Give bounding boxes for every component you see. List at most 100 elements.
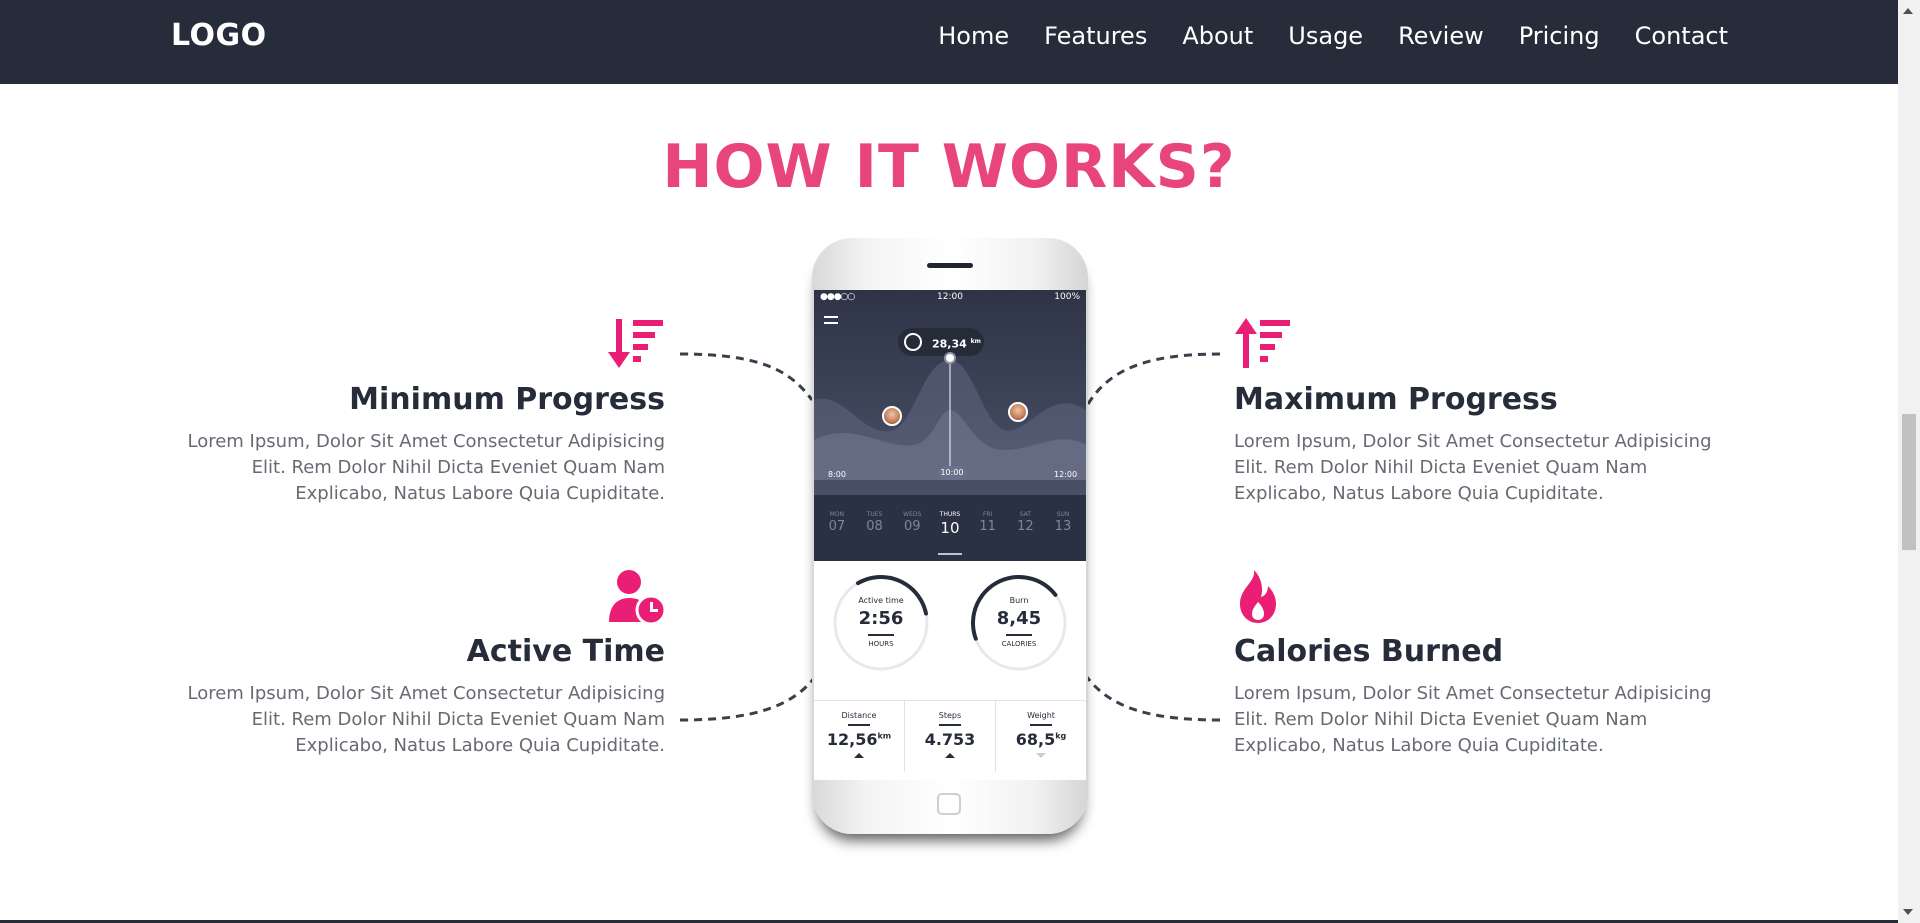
- phone-screen: ●●●○○ 12:00 100% 28,34 km 8:00 10:00 12:…: [814, 290, 1086, 780]
- day-date: 07: [828, 519, 846, 534]
- scroll-up-arrow-icon[interactable]: [1903, 8, 1913, 14]
- connector-max-progress: [1078, 352, 1221, 421]
- pill-unit: km: [970, 338, 981, 345]
- stat-steps[interactable]: Steps 4.753: [905, 701, 996, 772]
- day-name: TUES: [866, 511, 883, 518]
- screen-graph-area: ●●●○○ 12:00 100% 28,34 km 8:00 10:00 12:…: [814, 290, 1086, 495]
- feature-title: Calories Burned: [1234, 634, 1504, 669]
- stat-weight[interactable]: Weight 68,5kg: [996, 701, 1086, 772]
- nav-link-home[interactable]: Home: [938, 22, 1009, 50]
- feature-minimum-progress: Minimum Progress Lorem Ipsum, Dolor Sit …: [165, 316, 665, 507]
- page: { "navbar": { "logo": "LOGO", "links": […: [0, 0, 1920, 923]
- stat-divider: [939, 724, 961, 726]
- connector-min-progress: [679, 352, 814, 401]
- trend-up-icon: [945, 753, 955, 758]
- feature-title: Minimum Progress: [349, 382, 665, 417]
- sort-amount-down-icon: [607, 316, 665, 372]
- navbar: LOGO Home Features About Usage Review Pr…: [0, 0, 1898, 84]
- stat-label: Steps: [938, 711, 962, 720]
- nav-link-review[interactable]: Review: [1398, 22, 1484, 50]
- gauge-label: Active time: [858, 596, 904, 605]
- days-row: MON 07 TUES 08 WEDS 09 THURS 10 FRI 11 SAT 12 …: [814, 511, 1086, 537]
- connector-active-time: [679, 649, 832, 722]
- stat-value: 12,56: [826, 730, 878, 749]
- gauge-divider: [1006, 634, 1032, 636]
- trend-up-icon: [854, 753, 864, 758]
- day-name: THURS: [939, 511, 961, 518]
- friend-avatar[interactable]: [1008, 402, 1028, 422]
- gauge-burn: Burn 8,45 CALORIES: [968, 572, 1070, 674]
- fire-icon: [1234, 568, 1292, 624]
- gauge-label: Burn: [1009, 596, 1029, 605]
- phone-speaker: [927, 263, 973, 268]
- active-day-underline: [938, 553, 962, 555]
- day-name: WEDS: [903, 511, 922, 518]
- day-item-active[interactable]: THURS 10: [935, 511, 965, 537]
- nav-link-pricing[interactable]: Pricing: [1519, 22, 1600, 50]
- day-item[interactable]: MON 07: [822, 511, 852, 537]
- day-item[interactable]: FRI 11: [973, 511, 1003, 537]
- stat-unit: km: [877, 731, 892, 741]
- feature-text: Lorem Ipsum, Dolor Sit Amet Consectetur …: [1234, 431, 1712, 504]
- logo[interactable]: LOGO: [171, 18, 267, 53]
- scrollbar-thumb[interactable]: [1902, 414, 1916, 550]
- feature-text: Lorem Ipsum, Dolor Sit Amet Consectetur …: [1234, 683, 1712, 756]
- day-item[interactable]: WEDS 09: [897, 511, 927, 537]
- stat-distance[interactable]: Distance 12,56km: [814, 701, 905, 772]
- main-nav: Home Features About Usage Review Pricing…: [938, 22, 1728, 50]
- stat-unit: kg: [1055, 731, 1067, 741]
- day-item[interactable]: TUES 08: [860, 511, 890, 537]
- stat-value: 4.753: [924, 730, 976, 749]
- day-selector: MON 07 TUES 08 WEDS 09 THURS 10 FRI 11 SAT 12 …: [814, 495, 1086, 561]
- scroll-down-arrow-icon[interactable]: [1903, 909, 1913, 915]
- stat-label: Weight: [1027, 711, 1055, 720]
- nav-link-contact[interactable]: Contact: [1635, 22, 1728, 50]
- gauge-value: 8,45: [996, 608, 1042, 629]
- gauge-divider: [868, 634, 894, 636]
- feature-maximum-progress: Maximum Progress Lorem Ipsum, Dolor Sit …: [1234, 316, 1734, 507]
- stat-label: Distance: [841, 711, 877, 720]
- day-date: 12: [1017, 519, 1034, 534]
- trend-down-icon: [1036, 753, 1046, 758]
- status-bar: ●●●○○ 12:00 100%: [814, 292, 1086, 306]
- feature-title: Active Time: [466, 634, 665, 669]
- day-date: 13: [1054, 519, 1072, 534]
- day-name: MON: [829, 511, 845, 518]
- feature-title: Maximum Progress: [1234, 382, 1558, 417]
- menu-icon[interactable]: [824, 316, 838, 324]
- pill-value: 28,34: [932, 337, 967, 351]
- section-title: HOW IT WORKS?: [662, 132, 1236, 202]
- gauge-unit: CALORIES: [1001, 640, 1037, 648]
- sort-amount-up-icon: [1234, 316, 1292, 372]
- stat-divider: [848, 724, 870, 726]
- activity-graph: [814, 352, 1086, 480]
- page-scrollbar[interactable]: [1898, 0, 1920, 923]
- day-name: SAT: [1019, 511, 1031, 518]
- status-time: 12:00: [937, 292, 963, 302]
- day-date: 10: [940, 519, 960, 537]
- user-clock-icon: [607, 568, 667, 626]
- friend-avatar[interactable]: [882, 406, 902, 426]
- nav-link-features[interactable]: Features: [1044, 22, 1147, 50]
- time-now-label[interactable]: 10:00: [938, 466, 966, 480]
- shoe-icon: [904, 333, 922, 351]
- nav-link-usage[interactable]: Usage: [1288, 22, 1363, 50]
- nav-link-about[interactable]: About: [1182, 22, 1253, 50]
- phone-mockup: ●●●○○ 12:00 100% 28,34 km 8:00 10:00 12:…: [812, 238, 1088, 834]
- feature-text: Lorem Ipsum, Dolor Sit Amet Consectetur …: [187, 431, 666, 504]
- connector-calories: [1068, 644, 1221, 722]
- day-item[interactable]: SUN 13: [1048, 511, 1078, 537]
- feature-text: Lorem Ipsum, Dolor Sit Amet Consectetur …: [187, 683, 666, 756]
- phone-home-button: [937, 793, 961, 815]
- time-end-label: 12:00: [1054, 470, 1078, 479]
- day-name: FRI: [982, 511, 993, 518]
- battery-label: 100%: [1054, 292, 1080, 302]
- day-date: 11: [979, 519, 996, 534]
- gauge-unit: HOURS: [868, 640, 894, 648]
- feature-active-time: Active Time Lorem Ipsum, Dolor Sit Amet …: [165, 568, 667, 759]
- day-name: SUN: [1056, 511, 1070, 518]
- stats-row: Distance 12,56km Steps 4.753 Weight 68,5…: [814, 700, 1086, 772]
- day-item[interactable]: SAT 12: [1010, 511, 1040, 537]
- feature-calories-burned: Calories Burned Lorem Ipsum, Dolor Sit A…: [1234, 568, 1734, 759]
- gauge-value: 2:56: [858, 608, 904, 629]
